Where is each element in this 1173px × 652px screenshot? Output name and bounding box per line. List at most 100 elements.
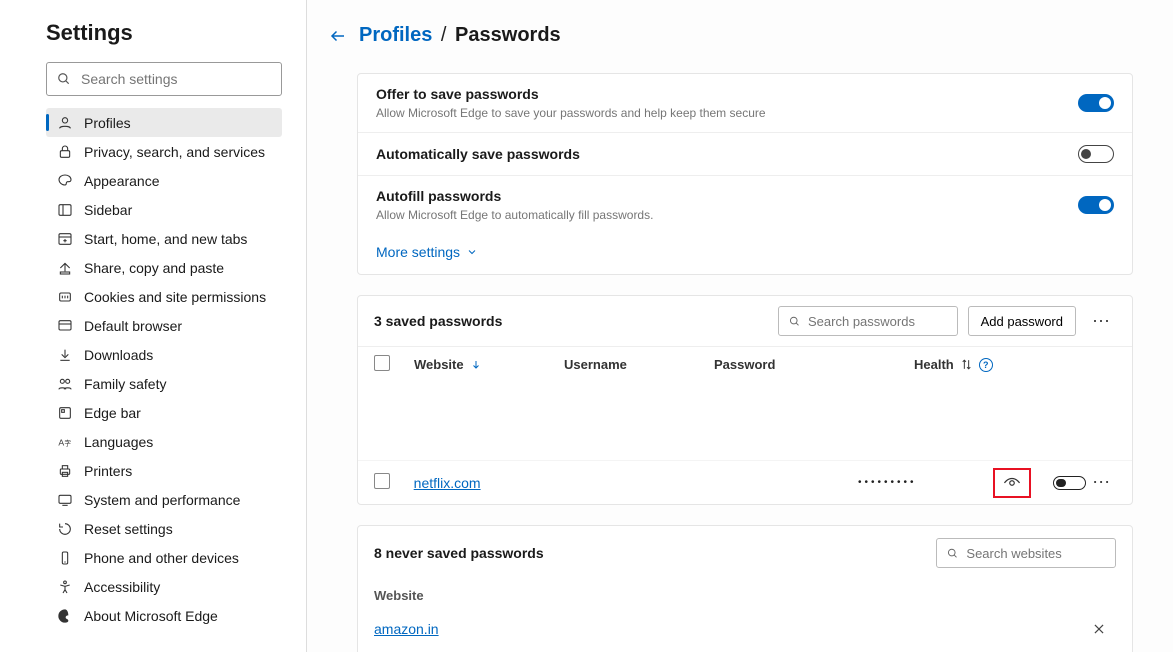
- languages-icon: A字: [56, 434, 74, 450]
- family-icon: [56, 376, 74, 392]
- nav-phone[interactable]: Phone and other devices: [46, 543, 282, 572]
- info-icon[interactable]: ?: [979, 358, 993, 372]
- nav-printers[interactable]: Printers: [46, 456, 282, 485]
- nav-system[interactable]: System and performance: [46, 485, 282, 514]
- password-mask: •••••••••: [858, 477, 993, 488]
- eye-icon: [1003, 474, 1021, 492]
- reset-icon: [56, 521, 74, 537]
- search-websites-box[interactable]: [936, 538, 1116, 568]
- offer-save-title: Offer to save passwords: [376, 86, 1078, 102]
- settings-sidebar: Settings Profiles Privacy, search, and s…: [0, 0, 307, 652]
- nav-start-home[interactable]: Start, home, and new tabs: [46, 224, 282, 253]
- svg-text:A: A: [58, 437, 64, 447]
- sort-icon: [960, 358, 973, 371]
- never-row-amazon: amazon.in: [358, 611, 1132, 647]
- nav-family[interactable]: Family safety: [46, 369, 282, 398]
- about-icon: [56, 608, 74, 624]
- more-settings-button[interactable]: More settings: [358, 234, 1132, 274]
- saved-table-header: Website Username Password Health ?: [358, 346, 1132, 382]
- search-passwords-box[interactable]: [778, 306, 958, 336]
- saved-passwords-card: 3 saved passwords Add password ⋯ Website…: [357, 295, 1133, 505]
- search-passwords-input[interactable]: [808, 314, 947, 329]
- row-checkbox[interactable]: [374, 473, 390, 489]
- select-all-checkbox[interactable]: [374, 355, 390, 371]
- sidebar-icon: [56, 202, 74, 218]
- offer-save-desc: Allow Microsoft Edge to save your passwo…: [376, 106, 1078, 120]
- nav-label: About Microsoft Edge: [84, 608, 218, 624]
- nav-label: Languages: [84, 434, 153, 450]
- sidebar-nav: Profiles Privacy, search, and services A…: [46, 108, 282, 630]
- password-row-netflix: netflix.com ••••••••• ⋯: [358, 460, 1132, 504]
- health-meter: [1053, 476, 1087, 490]
- nav-accessibility[interactable]: Accessibility: [46, 572, 282, 601]
- search-settings-box[interactable]: [46, 62, 282, 96]
- nav-share[interactable]: Share, copy and paste: [46, 253, 282, 282]
- never-saved-card: 8 never saved passwords Website amazon.i…: [357, 525, 1133, 652]
- chevron-down-icon: [466, 246, 478, 258]
- cookies-icon: [56, 289, 74, 305]
- nav-label: System and performance: [84, 492, 240, 508]
- nav-sidebar[interactable]: Sidebar: [46, 195, 282, 224]
- reveal-password-button[interactable]: [993, 468, 1031, 498]
- website-link[interactable]: netflix.com: [414, 475, 481, 491]
- autofill-desc: Allow Microsoft Edge to automatically fi…: [376, 208, 1078, 222]
- nav-label: Reset settings: [84, 521, 173, 537]
- search-settings-input[interactable]: [81, 71, 271, 87]
- nav-profiles[interactable]: Profiles: [46, 108, 282, 137]
- never-header: 8 never saved passwords: [358, 526, 1132, 580]
- edgebar-icon: [56, 405, 74, 421]
- nav-reset[interactable]: Reset settings: [46, 514, 282, 543]
- password-settings-card: Offer to save passwords Allow Microsoft …: [357, 73, 1133, 275]
- nav-label: Appearance: [84, 173, 160, 189]
- nav-label: Family safety: [84, 376, 166, 392]
- browser-icon: [56, 318, 74, 334]
- add-password-button[interactable]: Add password: [968, 306, 1076, 336]
- breadcrumb-current: Passwords: [455, 24, 561, 46]
- col-website[interactable]: Website: [414, 357, 564, 372]
- remove-button[interactable]: [1092, 622, 1116, 636]
- svg-text:字: 字: [64, 438, 71, 447]
- breadcrumb-parent[interactable]: Profiles: [359, 24, 432, 46]
- nav-label: Start, home, and new tabs: [84, 231, 247, 247]
- nav-about[interactable]: About Microsoft Edge: [46, 601, 282, 630]
- auto-save-toggle[interactable]: [1078, 145, 1114, 163]
- breadcrumb-sep: /: [441, 24, 447, 46]
- offer-save-toggle[interactable]: [1078, 94, 1114, 112]
- nav-downloads[interactable]: Downloads: [46, 340, 282, 369]
- autofill-toggle[interactable]: [1078, 196, 1114, 214]
- nav-label: Edge bar: [84, 405, 141, 421]
- saved-more-button[interactable]: ⋯: [1086, 306, 1116, 336]
- search-icon: [947, 547, 958, 560]
- accessibility-icon: [56, 579, 74, 595]
- nav-privacy[interactable]: Privacy, search, and services: [46, 137, 282, 166]
- search-websites-input[interactable]: [966, 546, 1105, 561]
- download-icon: [56, 347, 74, 363]
- nav-appearance[interactable]: Appearance: [46, 166, 282, 195]
- offer-save-row: Offer to save passwords Allow Microsoft …: [358, 74, 1132, 132]
- system-icon: [56, 492, 74, 508]
- back-button[interactable]: [329, 27, 347, 45]
- nav-edgebar[interactable]: Edge bar: [46, 398, 282, 427]
- nav-languages[interactable]: A字 Languages: [46, 427, 282, 456]
- nav-label: Profiles: [84, 115, 131, 131]
- row-more-button[interactable]: ⋯: [1086, 468, 1116, 498]
- col-username[interactable]: Username: [564, 357, 714, 372]
- col-health[interactable]: Health ?: [914, 357, 993, 372]
- breadcrumb: Profiles / Passwords: [359, 24, 561, 47]
- printers-icon: [56, 463, 74, 479]
- nav-label: Accessibility: [84, 579, 160, 595]
- nav-cookies[interactable]: Cookies and site permissions: [46, 282, 282, 311]
- main-content: Profiles / Passwords Offer to save passw…: [307, 0, 1173, 652]
- never-site-link[interactable]: amazon.in: [374, 621, 1092, 637]
- nav-label: Printers: [84, 463, 132, 479]
- never-row-coschedule: coschedule.com: [358, 647, 1132, 652]
- col-password[interactable]: Password: [714, 357, 914, 372]
- close-icon: [1092, 622, 1106, 636]
- lock-icon: [56, 144, 74, 160]
- nav-label: Cookies and site permissions: [84, 289, 266, 305]
- newtab-icon: [56, 231, 74, 247]
- nav-label: Downloads: [84, 347, 153, 363]
- nav-label: Phone and other devices: [84, 550, 239, 566]
- nav-label: Privacy, search, and services: [84, 144, 265, 160]
- nav-default-browser[interactable]: Default browser: [46, 311, 282, 340]
